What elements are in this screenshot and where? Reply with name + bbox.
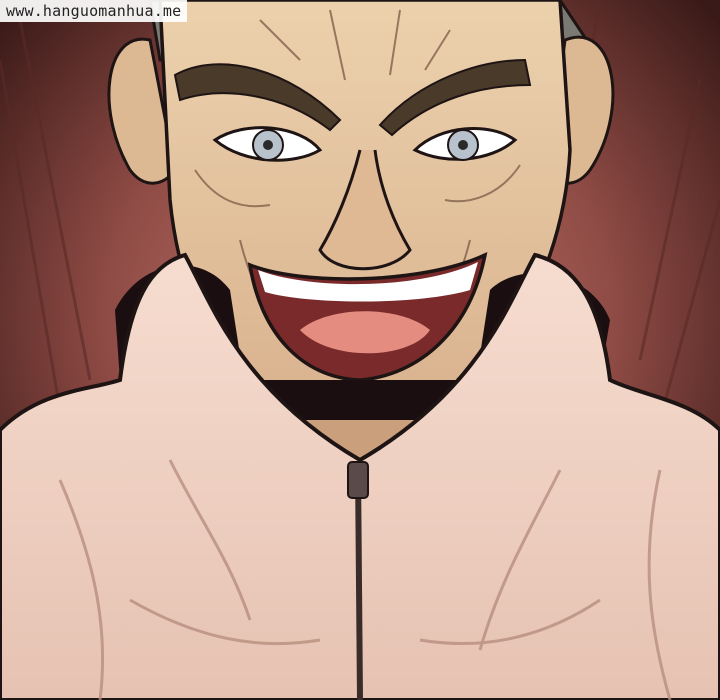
zipper-pull <box>347 461 369 499</box>
watermark: www.hanguomanhua.me <box>0 0 188 22</box>
illustration <box>0 0 720 700</box>
manga-panel: www.hanguomanhua.me <box>0 0 720 700</box>
